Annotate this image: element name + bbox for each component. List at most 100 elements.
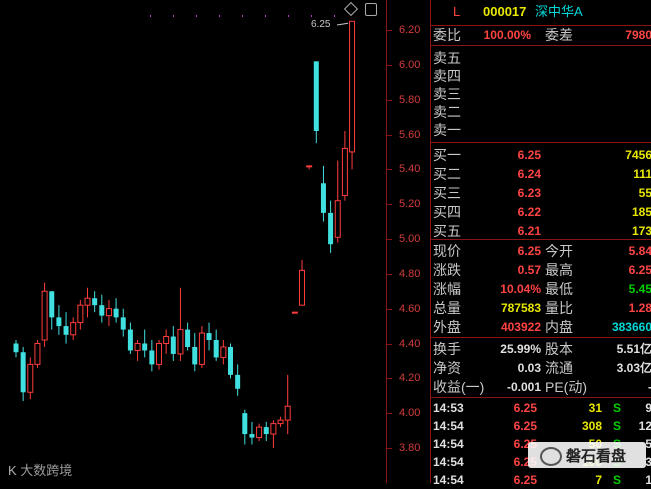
- candle-body[interactable]: [306, 165, 313, 168]
- window-toggle-icon[interactable]: [365, 3, 377, 16]
- kline-chart[interactable]: 6.25 K 大数跨境: [0, 0, 386, 483]
- stat2-2-value: -0.001: [506, 380, 541, 394]
- wb-value: 100.00%: [483, 28, 531, 42]
- candle-body[interactable]: [27, 363, 34, 393]
- candle-body[interactable]: [341, 147, 348, 196]
- candle-body[interactable]: [277, 419, 284, 425]
- divider: [431, 45, 651, 46]
- tick-0-count: 9: [645, 401, 651, 415]
- watermark-right: 磐石看盘: [528, 442, 646, 468]
- candle-body[interactable]: [134, 343, 141, 351]
- price-axis-tick: 4.80: [399, 267, 421, 280]
- tick-1-count: 12: [638, 419, 651, 433]
- tick-1-volume: 308: [581, 419, 602, 433]
- stock-name[interactable]: 深中华A: [535, 4, 583, 20]
- candle-body[interactable]: [34, 343, 41, 365]
- price-axis-tick: 6.00: [399, 58, 421, 71]
- sell-level-4-label: 卖四: [433, 68, 461, 84]
- candle-body[interactable]: [156, 343, 162, 365]
- candle-body[interactable]: [49, 291, 55, 318]
- price-axis-tick-mark: [387, 413, 392, 415]
- price-axis-tick-mark: [387, 134, 392, 136]
- quote-panel: L 000017 深中华A 委比 100.00% 委差 7980 卖五 卖四 卖三 卖二 卖一买…: [430, 0, 651, 487]
- candle-body[interactable]: [127, 329, 133, 351]
- candle-body[interactable]: [228, 346, 233, 375]
- sell-level-3-label: 卖三: [433, 86, 461, 102]
- candle-body[interactable]: [242, 413, 248, 435]
- stat-1-value2: 6.25: [628, 263, 651, 277]
- price-axis-tick: 6.20: [399, 24, 421, 36]
- watermark-left-text: 大数跨境: [20, 463, 73, 478]
- sell-level-5-label: 卖五: [433, 50, 461, 66]
- candle-body[interactable]: [235, 374, 241, 389]
- wb-label: 委比: [433, 27, 461, 43]
- candle-body[interactable]: [284, 405, 291, 421]
- candle-body[interactable]: [63, 326, 69, 335]
- stock-code[interactable]: 000017: [483, 4, 526, 20]
- stat2-0-label: 换手: [433, 341, 461, 357]
- price-axis-tick-mark: [387, 448, 392, 449]
- stat-4-value2: 383660: [611, 320, 651, 334]
- buy-level-2-volume: 111: [633, 167, 651, 181]
- buy-level-1-volume: 7456: [625, 148, 651, 162]
- tick-4-time: 14:54: [433, 473, 464, 487]
- watermark-left: K 大数跨境: [8, 460, 72, 479]
- kline-svg[interactable]: [0, 0, 386, 483]
- divider: [431, 337, 651, 338]
- candle-body[interactable]: [263, 427, 269, 435]
- candle-body[interactable]: [142, 343, 148, 351]
- candle-body[interactable]: [13, 343, 19, 353]
- candle-body[interactable]: [70, 322, 77, 336]
- stat-1-label: 涨跌: [433, 262, 461, 278]
- buy-level-4-label: 买四: [433, 204, 461, 220]
- candle-body[interactable]: [313, 61, 319, 132]
- candle-body[interactable]: [20, 352, 26, 393]
- buy-level-4-volume: 185: [631, 205, 651, 219]
- tick-0-price: 6.25: [513, 401, 537, 415]
- stat-3-value: 787583: [500, 301, 541, 315]
- candle-body[interactable]: [149, 350, 155, 365]
- candle-body[interactable]: [170, 336, 176, 354]
- candle-body[interactable]: [328, 212, 334, 245]
- candle-body[interactable]: [163, 336, 170, 344]
- candle-body[interactable]: [291, 311, 298, 314]
- candle-body[interactable]: [334, 200, 341, 238]
- stat2-2-label2: PE(动): [545, 379, 587, 395]
- stat-0-label: 现价: [433, 243, 461, 259]
- candle-body[interactable]: [220, 346, 227, 358]
- price-axis-tick-mark: [387, 343, 392, 345]
- candle-body[interactable]: [206, 333, 212, 341]
- candle-body[interactable]: [192, 346, 198, 365]
- candle-body[interactable]: [105, 308, 112, 317]
- candle-body[interactable]: [77, 304, 84, 324]
- divider: [431, 239, 651, 240]
- candle-body[interactable]: [213, 340, 219, 358]
- price-axis-tick: 3.80: [399, 442, 421, 454]
- stat-4-label2: 内盘: [545, 319, 573, 335]
- buy-level-1-price: 6.25: [517, 148, 541, 162]
- candle-body[interactable]: [84, 297, 91, 306]
- candle-body[interactable]: [92, 298, 98, 306]
- candle-body[interactable]: [256, 426, 263, 439]
- stat-2-label: 涨幅: [433, 281, 461, 297]
- candle-body[interactable]: [249, 434, 255, 438]
- price-axis-tick: 4.20: [399, 372, 421, 385]
- candle-body[interactable]: [99, 305, 105, 316]
- tick-4-volume: 7: [595, 473, 602, 487]
- candle-body[interactable]: [56, 317, 62, 327]
- candle-body[interactable]: [270, 423, 277, 435]
- candle-body[interactable]: [349, 20, 356, 153]
- stat-0-value2: 5.84: [628, 244, 651, 258]
- candle-body[interactable]: [320, 183, 326, 213]
- buy-level-1-label: 买一: [433, 147, 461, 163]
- candle-body[interactable]: [113, 308, 119, 318]
- candle-body[interactable]: [185, 329, 191, 347]
- candle-body[interactable]: [120, 317, 126, 330]
- candle-body[interactable]: [41, 290, 48, 341]
- candle-body[interactable]: [198, 332, 205, 365]
- watermark-logo-icon: K: [8, 463, 17, 478]
- buy-level-3-label: 买三: [433, 185, 461, 201]
- candle-body[interactable]: [177, 329, 184, 355]
- tick-3-time: 14:54: [433, 455, 464, 469]
- candle-body[interactable]: [299, 269, 305, 306]
